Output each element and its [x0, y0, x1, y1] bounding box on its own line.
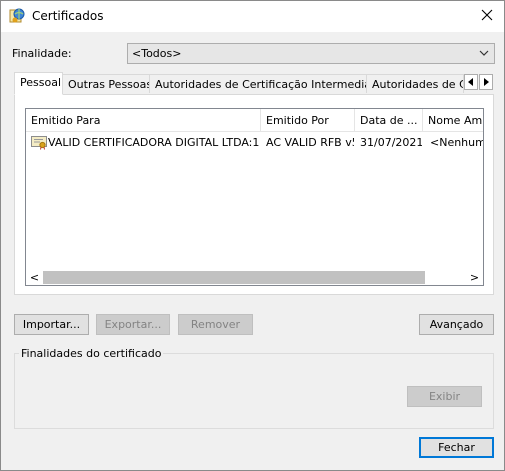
column-header-label: Emitido Por: [266, 114, 329, 127]
purpose-select[interactable]: <Todos>: [127, 43, 495, 64]
advanced-button[interactable]: Avançado: [419, 314, 494, 335]
tab-outras-pessoas[interactable]: Outras Pessoas: [62, 74, 150, 93]
close-window-button[interactable]: [471, 3, 503, 30]
tab-strip: Pessoal Outras Pessoas Autoridades de Ce…: [14, 72, 494, 95]
remove-button-label: Remover: [190, 318, 241, 331]
chevron-down-icon: [479, 47, 489, 59]
certificates-dialog: Certificados Finalidade: <Todos> Pessoal…: [0, 0, 505, 471]
tab-label: Autoridades de Certificação Intermediári…: [155, 78, 366, 91]
cell-friendly-name: <Nenhum>: [430, 136, 483, 149]
cell-issued-to: VALID CERTIFICADORA DIGITAL LTDA:1...: [48, 136, 260, 149]
certificate-icon: [31, 135, 47, 150]
tab-label: Outras Pessoas: [68, 78, 150, 91]
table-row[interactable]: VALID CERTIFICADORA DIGITAL LTDA:1... AC…: [26, 134, 483, 151]
triangle-left-icon: [468, 76, 474, 89]
certificate-list[interactable]: Emitido Para Emitido Por Data de ... Nom…: [25, 108, 484, 286]
close-button[interactable]: Fechar: [419, 437, 494, 458]
advanced-button-label: Avançado: [429, 318, 484, 331]
scroll-left-icon: <: [29, 271, 40, 284]
scrollbar-thumb[interactable]: [43, 271, 425, 284]
tab-scroll-right-button[interactable]: [479, 74, 493, 90]
column-header-issued-to[interactable]: Emitido Para: [26, 109, 261, 132]
column-header-label: Emitido Para: [31, 114, 101, 127]
column-header-label: Nome Amig: [428, 114, 483, 127]
close-button-label: Fechar: [438, 441, 475, 454]
export-button[interactable]: Exportar...: [96, 314, 170, 335]
scroll-right-button[interactable]: >: [466, 271, 483, 284]
horizontal-scrollbar[interactable]: < >: [26, 269, 483, 285]
certificate-purposes-label: Finalidades do certificado: [19, 347, 164, 360]
list-header: Emitido Para Emitido Por Data de ... Nom…: [26, 109, 483, 132]
tab-label: Pessoal: [20, 76, 61, 89]
close-icon: [481, 9, 493, 24]
column-header-issued-by[interactable]: Emitido Por: [261, 109, 355, 132]
triangle-right-icon: [483, 76, 489, 89]
cell-date: 31/07/2021: [360, 136, 422, 149]
cell-issued-by: AC VALID RFB v5: [266, 136, 354, 149]
purpose-label: Finalidade:: [12, 47, 72, 60]
view-button-label: Exibir: [428, 390, 461, 403]
scroll-right-icon: >: [469, 271, 480, 284]
window-title: Certificados: [32, 9, 104, 23]
tab-autoridades-intermediarias[interactable]: Autoridades de Certificação Intermediári…: [149, 74, 367, 93]
title-bar: Certificados: [1, 1, 504, 32]
column-header-date[interactable]: Data de ...: [355, 109, 423, 132]
scroll-left-button[interactable]: <: [26, 271, 43, 284]
column-header-label: Data de ...: [360, 114, 418, 127]
export-button-label: Exportar...: [104, 318, 162, 331]
purpose-select-value: <Todos>: [132, 47, 182, 60]
import-button-label: Importar...: [22, 318, 81, 331]
certificate-globe-icon: [9, 8, 25, 24]
column-header-friendly-name[interactable]: Nome Amig: [423, 109, 483, 132]
view-button[interactable]: Exibir: [407, 386, 482, 407]
remove-button[interactable]: Remover: [178, 314, 253, 335]
tab-pessoal[interactable]: Pessoal: [14, 72, 63, 95]
tab-autoridades-raiz[interactable]: Autoridades de Ce: [366, 74, 464, 93]
tab-label: Autoridades de Ce: [372, 78, 464, 91]
tab-scroll-left-button[interactable]: [464, 74, 478, 90]
import-button[interactable]: Importar...: [14, 314, 89, 335]
